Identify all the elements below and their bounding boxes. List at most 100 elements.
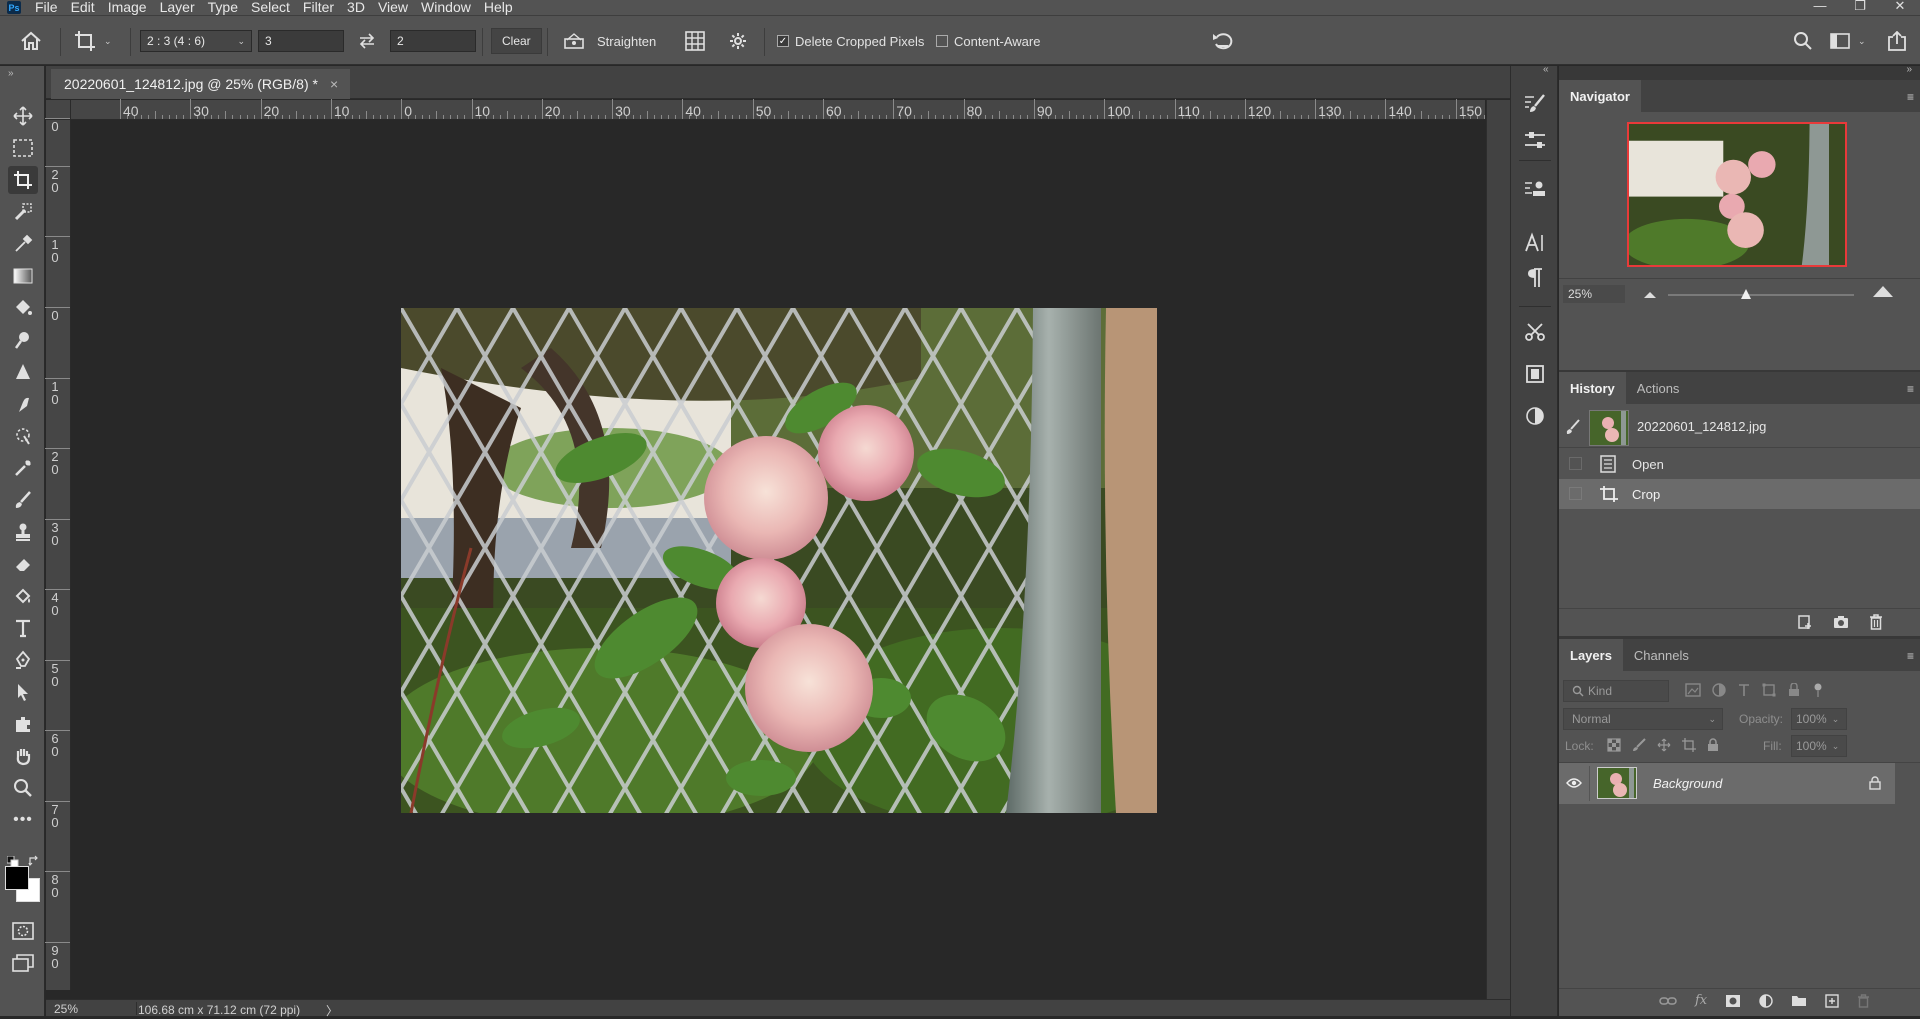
eye-visibility-icon[interactable]	[1566, 777, 1582, 789]
lock-transparent-pixels-icon[interactable]	[1607, 738, 1621, 752]
lock-image-pixels-icon[interactable]	[1632, 738, 1646, 752]
lock-artboard-icon[interactable]	[1682, 738, 1696, 752]
delete-layer-trash-icon[interactable]	[1857, 993, 1870, 1008]
horizontal-ruler[interactable]: 40 30 20 10 0 10 20 30 40 50 60 70 80 90 100 110 120 130 1…	[71, 99, 1520, 120]
canvas-area[interactable]	[72, 121, 1485, 999]
zoom-out-button[interactable]	[1643, 288, 1657, 302]
color-sampler-tool[interactable]	[8, 454, 38, 482]
overlay-grid-button[interactable]	[685, 16, 705, 66]
quick-selection-tool[interactable]	[8, 422, 38, 450]
ratio-preset-select[interactable]: 2 : 3 (4 : 6) ⌄	[140, 16, 252, 66]
filter-pixel-layer-icon[interactable]	[1685, 683, 1701, 697]
menu-edit[interactable]: Edit	[71, 0, 95, 15]
ruler-origin[interactable]	[46, 100, 71, 120]
panel-menu-icon[interactable]: ≡	[1907, 90, 1914, 104]
link-layers-icon[interactable]	[1659, 996, 1677, 1006]
filter-adjustment-layer-icon[interactable]	[1712, 683, 1726, 697]
zoom-slider-track[interactable]	[1668, 294, 1854, 296]
marquee-tool[interactable]	[8, 134, 38, 162]
properties-panel-button[interactable]	[1523, 362, 1547, 386]
layer-filter-kind-select[interactable]: Kind	[1563, 680, 1669, 702]
history-state-crop[interactable]: Crop	[1559, 479, 1920, 509]
menu-window[interactable]: Window	[421, 0, 471, 15]
hand-tool[interactable]	[8, 742, 38, 770]
close-window-button[interactable]: ✕	[1880, 0, 1920, 15]
opacity-field[interactable]: 100% ⌄	[1791, 708, 1847, 730]
tool-presets-panel-button[interactable]	[1523, 320, 1547, 344]
smudge-tool[interactable]	[8, 390, 38, 418]
delete-state-button[interactable]	[1869, 614, 1883, 633]
document-image[interactable]	[401, 308, 1157, 813]
history-source-checkbox[interactable]	[1569, 457, 1582, 470]
quick-mask-button[interactable]	[8, 917, 38, 945]
menu-3d[interactable]: 3D	[347, 0, 365, 15]
fill-tool[interactable]	[8, 582, 38, 610]
type-tool[interactable]	[8, 614, 38, 642]
add-mask-icon[interactable]	[1725, 994, 1741, 1008]
content-aware-checkbox[interactable]: Content-Aware	[936, 16, 1040, 66]
eraser-tool[interactable]	[8, 550, 38, 578]
lock-position-icon[interactable]	[1657, 738, 1671, 752]
history-state-open[interactable]: Open	[1559, 449, 1920, 479]
zoom-tool[interactable]	[8, 774, 38, 802]
history-snapshot[interactable]: 20220601_124812.jpg	[1559, 406, 1920, 448]
panel-menu-icon[interactable]: ≡	[1907, 649, 1914, 663]
straighten-button[interactable]: Straighten	[563, 16, 656, 66]
new-layer-icon[interactable]	[1825, 993, 1839, 1008]
crop-height-field[interactable]: 2	[390, 30, 476, 52]
gradient-tool[interactable]	[8, 262, 38, 290]
foreground-color-swatch[interactable]	[5, 866, 29, 890]
search-button[interactable]	[1793, 16, 1813, 66]
layer-row-background[interactable]: Background	[1559, 763, 1895, 804]
filter-smart-object-icon[interactable]	[1787, 683, 1801, 697]
new-group-folder-icon[interactable]	[1791, 994, 1807, 1007]
brush-settings-panel-button[interactable]	[1523, 92, 1547, 116]
object-selection-tool[interactable]	[8, 198, 38, 226]
filter-toggle-icon[interactable]	[1812, 683, 1824, 697]
adjustments-panel-button[interactable]	[1523, 128, 1547, 152]
blend-mode-select[interactable]: Normal ⌄	[1563, 708, 1723, 730]
layer-style-fx-icon[interactable]: fx	[1695, 993, 1707, 1008]
menu-select[interactable]: Select	[251, 0, 290, 15]
screen-mode-button[interactable]	[8, 949, 38, 977]
close-icon[interactable]: ×	[330, 76, 338, 92]
styles-panel-button[interactable]	[1523, 404, 1547, 428]
clear-button[interactable]: Clear	[491, 28, 542, 54]
filter-type-layer-icon[interactable]	[1737, 683, 1751, 697]
crop-tool-preset-button[interactable]: ⌄	[74, 16, 112, 66]
path-selection-tool[interactable]	[8, 678, 38, 706]
dodge-tool[interactable]	[8, 326, 38, 354]
navigator-zoom-field[interactable]: 25%	[1563, 285, 1625, 303]
history-source-checkbox[interactable]	[1569, 487, 1582, 500]
share-button[interactable]	[1887, 16, 1907, 66]
swap-colors-icon[interactable]	[28, 855, 40, 870]
delete-cropped-pixels-checkbox[interactable]: ✓ Delete Cropped Pixels	[777, 16, 924, 66]
crop-settings-button[interactable]	[729, 16, 747, 66]
menu-image[interactable]: Image	[108, 0, 147, 15]
tab-layers[interactable]: Layers	[1559, 639, 1623, 671]
collapse-dock-icon[interactable]: »	[1906, 64, 1912, 75]
clone-source-panel-button[interactable]	[1523, 178, 1547, 202]
lock-all-icon[interactable]	[1707, 738, 1719, 752]
custom-shape-tool[interactable]	[8, 710, 38, 738]
layer-lock-icon[interactable]	[1869, 776, 1881, 790]
history-brush-source-icon[interactable]	[1565, 419, 1581, 435]
character-panel-button[interactable]	[1523, 231, 1547, 255]
canvas-vertical-scrollbar[interactable]	[1486, 100, 1510, 999]
eyedropper-tool[interactable]	[8, 230, 38, 258]
move-tool[interactable]	[8, 102, 38, 130]
tab-channels[interactable]: Channels	[1623, 639, 1700, 671]
panel-menu-icon[interactable]: ≡	[1907, 382, 1914, 396]
menu-layer[interactable]: Layer	[160, 0, 195, 15]
zoom-in-button[interactable]	[1872, 284, 1894, 301]
vertical-ruler[interactable]: 0 2 0 1 0 0 1 0 2 0 3 0 4 0 5 0 6 0 7 0 8 0 9 0	[45, 118, 71, 990]
menu-filter[interactable]: Filter	[303, 0, 334, 15]
minimize-button[interactable]: —	[1800, 0, 1840, 15]
adjustment-layer-icon[interactable]	[1759, 993, 1773, 1008]
document-tab[interactable]: 20220601_124812.jpg @ 25% (RGB/8) * ×	[51, 69, 351, 99]
collapse-panels-icon[interactable]: «	[1543, 64, 1549, 75]
restore-button[interactable]: ❐	[1840, 0, 1880, 15]
workspace-switcher[interactable]: ⌄	[1830, 16, 1866, 66]
navigator-proxy-view[interactable]	[1627, 122, 1847, 267]
home-button[interactable]	[20, 16, 42, 66]
